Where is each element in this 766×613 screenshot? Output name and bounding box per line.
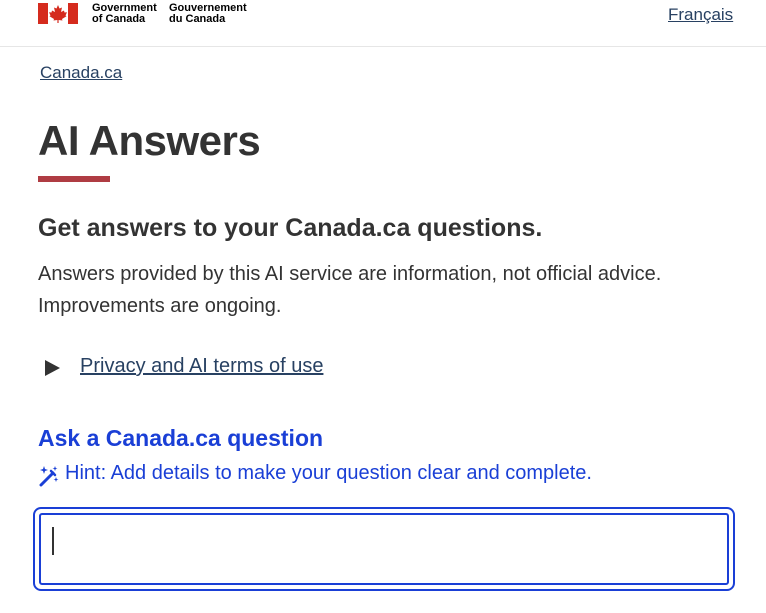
breadcrumb-canada-ca[interactable]: Canada.ca [40,63,122,83]
government-of-canada-signature: Government of Canada [92,3,157,25]
hint-text: Hint: Add details to make your question … [65,462,592,484]
intro-line-1: Answers provided by this AI service are … [38,263,662,285]
expand-triangle-icon[interactable] [45,360,60,376]
page-title: AI Answers [38,117,261,164]
gouvernement-du-canada-signature: Gouvernement du Canada [169,3,247,25]
text-caret [52,527,54,555]
title-underline-bar [38,176,110,182]
intro-line-2: Improvements are ongoing. [38,295,282,317]
question-input-focus-ring [33,507,735,591]
question-label: Ask a Canada.ca question [38,425,324,451]
canada-flag-icon[interactable] [38,3,78,24]
magic-wand-icon [39,466,59,487]
intro-text: Answers provided by this AI service are … [38,258,738,322]
privacy-terms-summary[interactable]: Privacy and AI terms of use [80,355,323,378]
question-input[interactable] [39,513,729,585]
language-toggle-link[interactable]: Français [668,5,733,25]
gov-en-line2: of Canada [92,13,146,25]
page-subtitle: Get answers to your Canada.ca questions. [38,214,543,242]
gov-fr-line2: du Canada [169,13,226,25]
site-header: Government of Canada Gouvernement du Can… [0,0,766,47]
